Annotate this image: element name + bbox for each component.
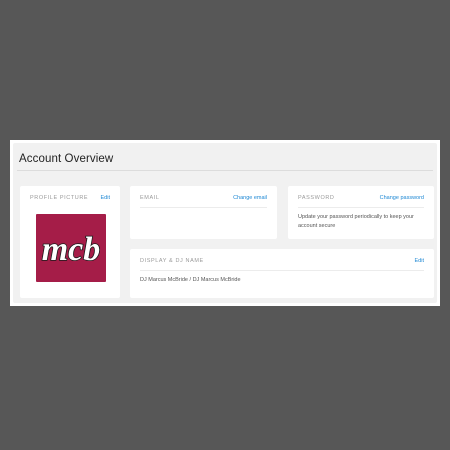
email-divider bbox=[140, 207, 267, 208]
title-divider bbox=[17, 170, 433, 171]
edit-profile-picture-link[interactable]: Edit bbox=[101, 195, 110, 201]
display-name-value: DJ Marcus McBride / DJ Marcus McBride bbox=[140, 277, 241, 283]
mcb-logo-icon: mcb bbox=[41, 230, 101, 269]
change-password-link[interactable]: Change password bbox=[380, 195, 424, 201]
display-name-card: DISPLAY & DJ NAME Edit DJ Marcus McBride… bbox=[130, 249, 434, 298]
account-screen: Account Overview PROFILE PICTURE Edit mc… bbox=[10, 140, 440, 306]
profile-logo-image: mcb bbox=[36, 214, 106, 282]
password-label: PASSWORD bbox=[298, 195, 335, 201]
display-name-divider bbox=[140, 270, 424, 271]
password-description-line2: account secure bbox=[298, 223, 336, 229]
display-name-label: DISPLAY & DJ NAME bbox=[140, 258, 204, 264]
page-title: Account Overview bbox=[19, 153, 114, 165]
password-divider bbox=[298, 207, 424, 208]
email-label: EMAIL bbox=[140, 195, 160, 201]
profile-picture-label: PROFILE PICTURE bbox=[30, 195, 89, 201]
change-email-link[interactable]: Change email bbox=[233, 195, 267, 201]
email-card: EMAIL Change email bbox=[130, 186, 277, 239]
logo-text: mcb bbox=[42, 231, 101, 268]
password-card: PASSWORD Change password Update your pas… bbox=[288, 186, 434, 239]
account-panel: Account Overview PROFILE PICTURE Edit mc… bbox=[13, 143, 437, 303]
edit-display-name-link[interactable]: Edit bbox=[415, 258, 424, 264]
profile-picture-card: PROFILE PICTURE Edit mcb bbox=[20, 186, 120, 298]
